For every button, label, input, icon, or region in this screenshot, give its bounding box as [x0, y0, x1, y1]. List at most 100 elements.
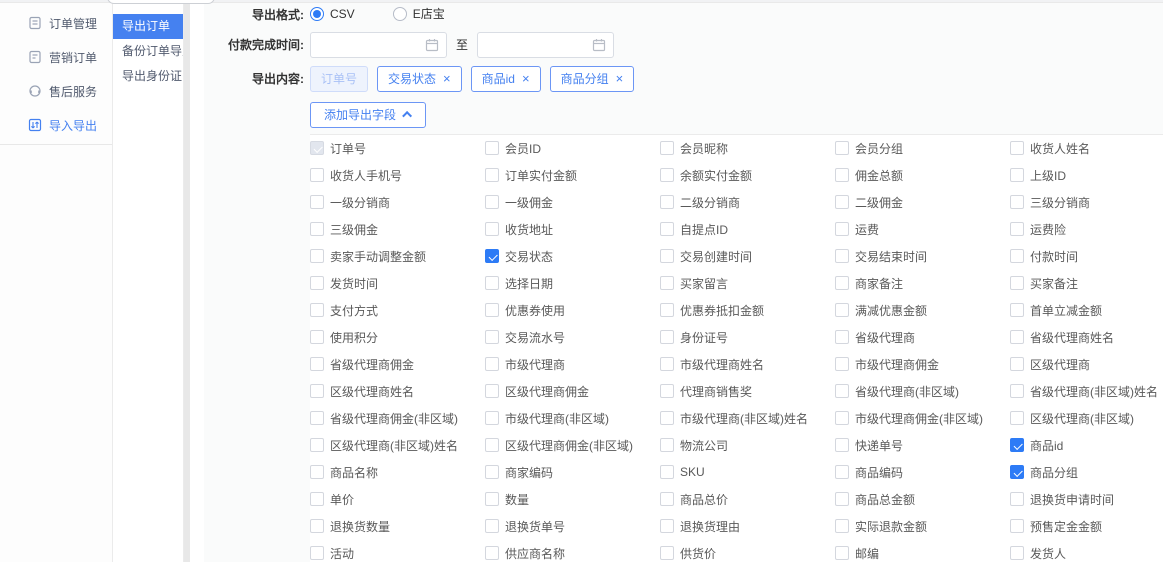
sidebar-item-营销订单[interactable]: 营销订单: [0, 40, 112, 74]
field-checkbox-商品id[interactable]: 商品id: [1010, 432, 1163, 459]
field-checkbox-余额实付金额[interactable]: 余额实付金额: [660, 162, 835, 189]
field-checkbox-一级分销商[interactable]: 一级分销商: [310, 189, 485, 216]
field-checkbox-省级代理商佣金[interactable]: 省级代理商佣金: [310, 351, 485, 378]
field-checkbox-收货地址[interactable]: 收货地址: [485, 216, 660, 243]
field-checkbox-三级佣金[interactable]: 三级佣金: [310, 216, 485, 243]
field-checkbox-发货人[interactable]: 发货人: [1010, 540, 1163, 562]
field-checkbox-收货人姓名[interactable]: 收货人姓名: [1010, 135, 1163, 162]
field-checkbox-发货时间[interactable]: 发货时间: [310, 270, 485, 297]
export-field-tag-订单号[interactable]: 订单号: [310, 66, 368, 92]
field-checkbox-市级代理商姓名[interactable]: 市级代理商姓名: [660, 351, 835, 378]
field-checkbox-上级ID[interactable]: 上级ID: [1010, 162, 1163, 189]
field-checkbox-商家备注[interactable]: 商家备注: [835, 270, 1010, 297]
tag-close-icon[interactable]: ×: [616, 72, 624, 85]
field-checkbox-活动[interactable]: 活动: [310, 540, 485, 562]
field-checkbox-市级代理商佣金(非区域)[interactable]: 市级代理商佣金(非区域): [835, 405, 1010, 432]
field-checkbox-退换货理由[interactable]: 退换货理由: [660, 513, 835, 540]
field-checkbox-佣金总额[interactable]: 佣金总额: [835, 162, 1010, 189]
field-checkbox-快递单号[interactable]: 快递单号: [835, 432, 1010, 459]
field-checkbox-交易创建时间[interactable]: 交易创建时间: [660, 243, 835, 270]
field-checkbox-预售定金金额[interactable]: 预售定金金额: [1010, 513, 1163, 540]
field-checkbox-区级代理商(非区域)姓名[interactable]: 区级代理商(非区域)姓名: [310, 432, 485, 459]
field-checkbox-区级代理商[interactable]: 区级代理商: [1010, 351, 1163, 378]
field-checkbox-商家编码[interactable]: 商家编码: [485, 459, 660, 486]
payment-time-from-input[interactable]: [310, 32, 447, 58]
field-checkbox-市级代理商(非区域)姓名[interactable]: 市级代理商(非区域)姓名: [660, 405, 835, 432]
format-option-CSV[interactable]: CSV: [310, 7, 355, 21]
field-checkbox-商品名称[interactable]: 商品名称: [310, 459, 485, 486]
add-export-field-button[interactable]: 添加导出字段: [310, 102, 426, 128]
field-checkbox-物流公司[interactable]: 物流公司: [660, 432, 835, 459]
field-checkbox-商品总价[interactable]: 商品总价: [660, 486, 835, 513]
field-checkbox-二级分销商[interactable]: 二级分销商: [660, 189, 835, 216]
field-checkbox-区级代理商姓名[interactable]: 区级代理商姓名: [310, 378, 485, 405]
format-option-E店宝[interactable]: E店宝: [393, 5, 445, 22]
field-checkbox-省级代理商[interactable]: 省级代理商: [835, 324, 1010, 351]
field-checkbox-市级代理商[interactable]: 市级代理商: [485, 351, 660, 378]
submenu-item-备份订单导入[interactable]: 备份订单导入: [113, 39, 183, 64]
field-checkbox-市级代理商(非区域)[interactable]: 市级代理商(非区域): [485, 405, 660, 432]
field-checkbox-买家备注[interactable]: 买家备注: [1010, 270, 1163, 297]
field-checkbox-自提点ID[interactable]: 自提点ID: [660, 216, 835, 243]
tag-close-icon[interactable]: ×: [522, 72, 530, 85]
field-checkbox-交易流水号[interactable]: 交易流水号: [485, 324, 660, 351]
sidebar-item-订单管理[interactable]: 订单管理: [0, 6, 112, 40]
field-checkbox-优惠券抵扣金额[interactable]: 优惠券抵扣金额: [660, 297, 835, 324]
field-checkbox-满减优惠金额[interactable]: 满减优惠金额: [835, 297, 1010, 324]
field-checkbox-收货人手机号[interactable]: 收货人手机号: [310, 162, 485, 189]
field-checkbox-运费[interactable]: 运费: [835, 216, 1010, 243]
field-checkbox-SKU[interactable]: SKU: [660, 459, 835, 486]
export-field-tag-商品分组[interactable]: 商品分组×: [550, 66, 635, 92]
sidebar-item-导入导出[interactable]: 导入导出: [0, 108, 112, 142]
payment-time-to-input[interactable]: [477, 32, 614, 58]
submenu-item-导出身份证[interactable]: 导出身份证: [113, 64, 183, 89]
checkbox-icon: [485, 330, 499, 344]
field-checkbox-退换货申请时间[interactable]: 退换货申请时间: [1010, 486, 1163, 513]
tag-close-icon[interactable]: ×: [443, 72, 451, 85]
field-checkbox-实际退款金额[interactable]: 实际退款金额: [835, 513, 1010, 540]
field-checkbox-退换货数量[interactable]: 退换货数量: [310, 513, 485, 540]
field-checkbox-邮编[interactable]: 邮编: [835, 540, 1010, 562]
field-checkbox-会员ID[interactable]: 会员ID: [485, 135, 660, 162]
field-checkbox-供应商名称[interactable]: 供应商名称: [485, 540, 660, 562]
field-checkbox-供货价[interactable]: 供货价: [660, 540, 835, 562]
field-checkbox-省级代理商姓名[interactable]: 省级代理商姓名: [1010, 324, 1163, 351]
field-checkbox-支付方式[interactable]: 支付方式: [310, 297, 485, 324]
field-checkbox-二级佣金[interactable]: 二级佣金: [835, 189, 1010, 216]
field-checkbox-市级代理商佣金[interactable]: 市级代理商佣金: [835, 351, 1010, 378]
submenu-item-导出订单[interactable]: 导出订单: [113, 14, 183, 39]
field-checkbox-买家留言[interactable]: 买家留言: [660, 270, 835, 297]
field-checkbox-省级代理商(非区域)姓名[interactable]: 省级代理商(非区域)姓名: [1010, 378, 1163, 405]
field-checkbox-身份证号[interactable]: 身份证号: [660, 324, 835, 351]
field-checkbox-退换货单号[interactable]: 退换货单号: [485, 513, 660, 540]
sidebar-item-售后服务[interactable]: 售后服务: [0, 74, 112, 108]
checkbox-icon: [1010, 141, 1024, 155]
field-checkbox-单价[interactable]: 单价: [310, 486, 485, 513]
field-checkbox-商品总金额[interactable]: 商品总金额: [835, 486, 1010, 513]
field-checkbox-商品分组[interactable]: 商品分组: [1010, 459, 1163, 486]
field-checkbox-选择日期[interactable]: 选择日期: [485, 270, 660, 297]
field-checkbox-交易状态[interactable]: 交易状态: [485, 243, 660, 270]
field-checkbox-一级佣金[interactable]: 一级佣金: [485, 189, 660, 216]
export-field-tag-交易状态[interactable]: 交易状态×: [377, 66, 462, 92]
field-checkbox-会员分组[interactable]: 会员分组: [835, 135, 1010, 162]
field-checkbox-会员昵称[interactable]: 会员昵称: [660, 135, 835, 162]
field-checkbox-数量[interactable]: 数量: [485, 486, 660, 513]
field-checkbox-省级代理商佣金(非区域)[interactable]: 省级代理商佣金(非区域): [310, 405, 485, 432]
field-checkbox-交易结束时间[interactable]: 交易结束时间: [835, 243, 1010, 270]
field-checkbox-省级代理商(非区域)[interactable]: 省级代理商(非区域): [835, 378, 1010, 405]
field-checkbox-使用积分[interactable]: 使用积分: [310, 324, 485, 351]
field-checkbox-优惠券使用[interactable]: 优惠券使用: [485, 297, 660, 324]
field-checkbox-付款时间[interactable]: 付款时间: [1010, 243, 1163, 270]
field-checkbox-区级代理商佣金(非区域)[interactable]: 区级代理商佣金(非区域): [485, 432, 660, 459]
field-checkbox-卖家手动调整金额[interactable]: 卖家手动调整金额: [310, 243, 485, 270]
field-checkbox-订单实付金额[interactable]: 订单实付金额: [485, 162, 660, 189]
field-checkbox-三级分销商[interactable]: 三级分销商: [1010, 189, 1163, 216]
field-checkbox-首单立减金额[interactable]: 首单立减金额: [1010, 297, 1163, 324]
export-field-tag-商品id[interactable]: 商品id×: [471, 66, 541, 92]
field-checkbox-区级代理商(非区域)[interactable]: 区级代理商(非区域): [1010, 405, 1163, 432]
field-checkbox-商品编码[interactable]: 商品编码: [835, 459, 1010, 486]
field-checkbox-运费险[interactable]: 运费险: [1010, 216, 1163, 243]
field-checkbox-区级代理商佣金[interactable]: 区级代理商佣金: [485, 378, 660, 405]
field-checkbox-代理商销售奖[interactable]: 代理商销售奖: [660, 378, 835, 405]
